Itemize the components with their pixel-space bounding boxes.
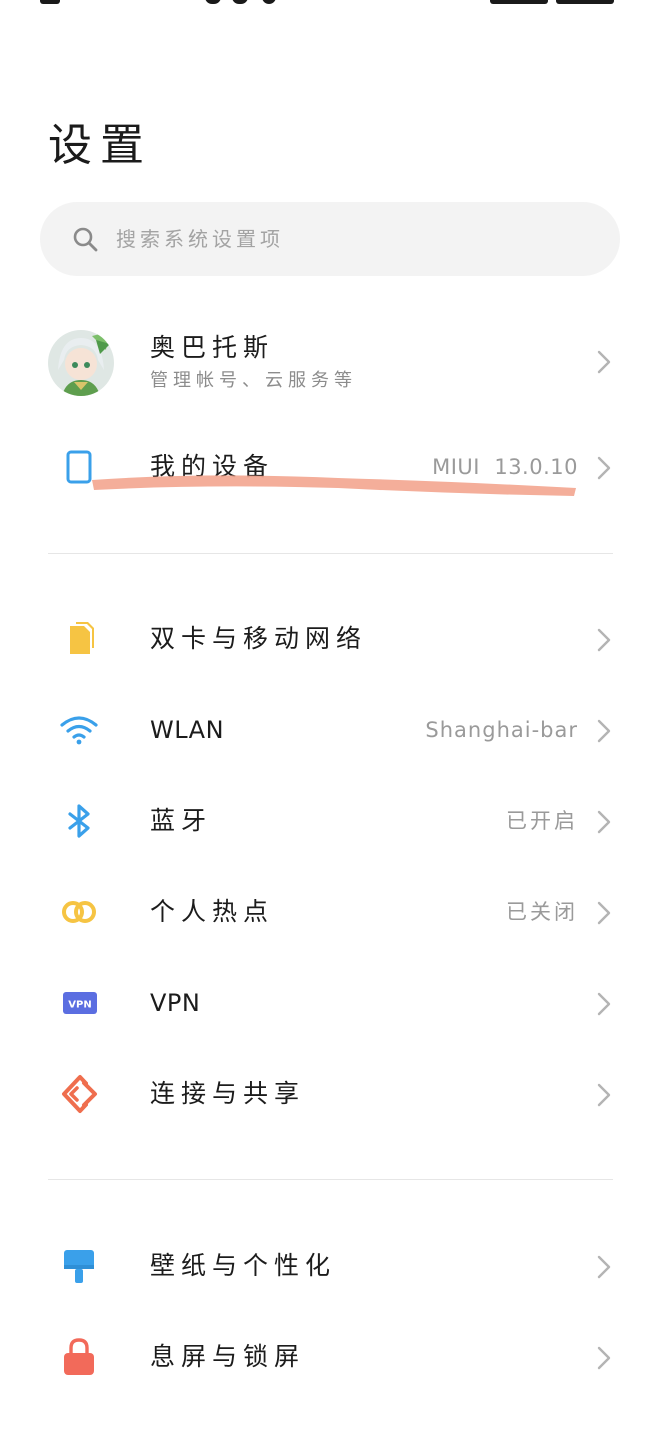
hotspot-icon	[62, 901, 96, 923]
hotspot-value: 已关闭	[506, 900, 578, 924]
my-device-row[interactable]: 我的设备 MIUI 13.0.10	[0, 422, 660, 512]
vpn-icon: VPN	[63, 992, 97, 1014]
search-bar[interactable]	[40, 202, 620, 276]
wlan-value: Shanghai-bar	[425, 718, 578, 742]
status-bar-fragment	[490, 0, 548, 4]
section-divider	[48, 553, 613, 554]
chevron-right-icon	[597, 901, 611, 925]
hotspot-row[interactable]: 个人热点 已关闭	[0, 867, 660, 957]
wallpaper-row[interactable]: 壁纸与个性化	[0, 1221, 660, 1311]
sim-network-row[interactable]: 双卡与移动网络	[0, 594, 660, 684]
miui-version: MIUI 13.0.10	[432, 455, 578, 479]
share-icon	[62, 1073, 100, 1115]
sim-card-icon	[70, 622, 94, 654]
search-input[interactable]	[116, 202, 596, 276]
wallpaper-label: 壁纸与个性化	[150, 1251, 337, 1280]
avatar[interactable]	[48, 330, 114, 396]
account-name: 奥巴托斯	[150, 333, 275, 362]
lock-screen-row[interactable]: 息屏与锁屏	[0, 1312, 660, 1402]
status-bar-fragment	[556, 0, 614, 4]
bluetooth-value: 已开启	[506, 809, 578, 833]
bluetooth-label: 蓝牙	[150, 806, 213, 835]
page-title: 设置	[48, 120, 152, 171]
status-bar-fragment	[40, 0, 60, 4]
chevron-right-icon	[597, 628, 611, 652]
vpn-label: VPN	[150, 989, 201, 1017]
chevron-right-icon	[597, 1083, 611, 1107]
wifi-icon	[60, 716, 98, 745]
wallpaper-icon	[64, 1250, 94, 1283]
lock-screen-label: 息屏与锁屏	[150, 1342, 306, 1371]
chevron-right-icon	[597, 719, 611, 743]
status-bar-fragment	[262, 0, 276, 4]
sim-network-label: 双卡与移动网络	[150, 624, 368, 653]
status-bar-fragment	[205, 0, 221, 4]
account-subtitle: 管理帐号、云服务等	[150, 370, 357, 391]
lock-icon	[64, 1338, 94, 1375]
connection-sharing-row[interactable]: 连接与共享	[0, 1049, 660, 1139]
redaction-mark	[92, 475, 576, 496]
chevron-right-icon	[597, 350, 611, 374]
chevron-right-icon	[597, 1346, 611, 1370]
chevron-right-icon	[597, 810, 611, 834]
section-divider	[48, 1179, 613, 1180]
my-device-label: 我的设备	[150, 452, 275, 481]
chevron-right-icon	[597, 1255, 611, 1279]
vpn-row[interactable]: VPN VPN	[0, 958, 660, 1048]
hotspot-label: 个人热点	[150, 897, 275, 926]
connection-sharing-label: 连接与共享	[150, 1079, 306, 1108]
bluetooth-row[interactable]: 蓝牙 已开启	[0, 776, 660, 866]
chevron-right-icon	[597, 992, 611, 1016]
wlan-row[interactable]: WLAN Shanghai-bar	[0, 685, 660, 775]
svg-text:VPN: VPN	[68, 1000, 91, 1011]
bluetooth-icon	[68, 804, 90, 838]
status-bar-fragment	[232, 0, 248, 4]
search-icon	[73, 227, 98, 252]
wlan-label: WLAN	[150, 716, 225, 744]
chevron-right-icon	[597, 456, 611, 480]
